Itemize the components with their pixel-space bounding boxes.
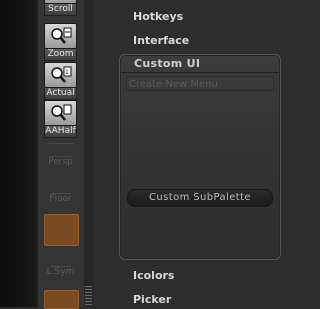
custom-ui-title[interactable]: Custom UI — [134, 57, 200, 70]
local-toggle-button[interactable] — [44, 214, 79, 246]
zoom-icon — [44, 23, 77, 49]
aahalf-icon — [44, 100, 77, 126]
create-new-menu-button[interactable]: Create New Menu — [126, 76, 274, 91]
lsym-button[interactable]: L.Sym — [44, 256, 77, 278]
zoom-label: Zoom — [44, 49, 77, 61]
floor-button[interactable]: Floor — [44, 185, 77, 205]
scroll-button[interactable]: Scroll — [44, 0, 77, 16]
persp-label: Persp — [48, 157, 73, 167]
panel-divider — [120, 72, 280, 73]
svg-text:1: 1 — [65, 69, 69, 76]
menu-hotkeys[interactable]: Hotkeys — [133, 10, 183, 23]
floor-label: Floor — [49, 194, 72, 204]
menu-interface[interactable]: Interface — [133, 34, 189, 47]
menu-picker[interactable]: Picker — [133, 293, 171, 306]
custom-subpalette-button[interactable]: Custom SubPalette — [127, 189, 273, 207]
aahalf-label: AAHalf — [44, 126, 77, 138]
viewport-edge — [0, 0, 37, 307]
scrollbar-grip[interactable] — [85, 286, 92, 307]
actual-label: Actual — [44, 88, 77, 100]
actual-icon: 1 — [44, 62, 77, 88]
shelf-scrollbar[interactable] — [84, 0, 93, 307]
floor-icon — [50, 185, 71, 194]
lsym-icon — [50, 256, 71, 267]
scroll-label: Scroll — [44, 4, 77, 16]
persp-icon — [48, 143, 73, 157]
aahalf-button[interactable]: AAHalf — [44, 100, 77, 138]
persp-button[interactable]: Persp — [44, 143, 77, 168]
menu-icolors[interactable]: Icolors — [133, 269, 174, 282]
lsym-label: L.Sym — [46, 267, 75, 277]
symmetry-toggle-button[interactable] — [44, 290, 79, 309]
actual-button[interactable]: 1 Actual — [44, 62, 77, 100]
zoom-button[interactable]: Zoom — [44, 23, 77, 61]
custom-ui-panel: Custom UI Create New Menu Custom SubPale… — [119, 54, 281, 260]
